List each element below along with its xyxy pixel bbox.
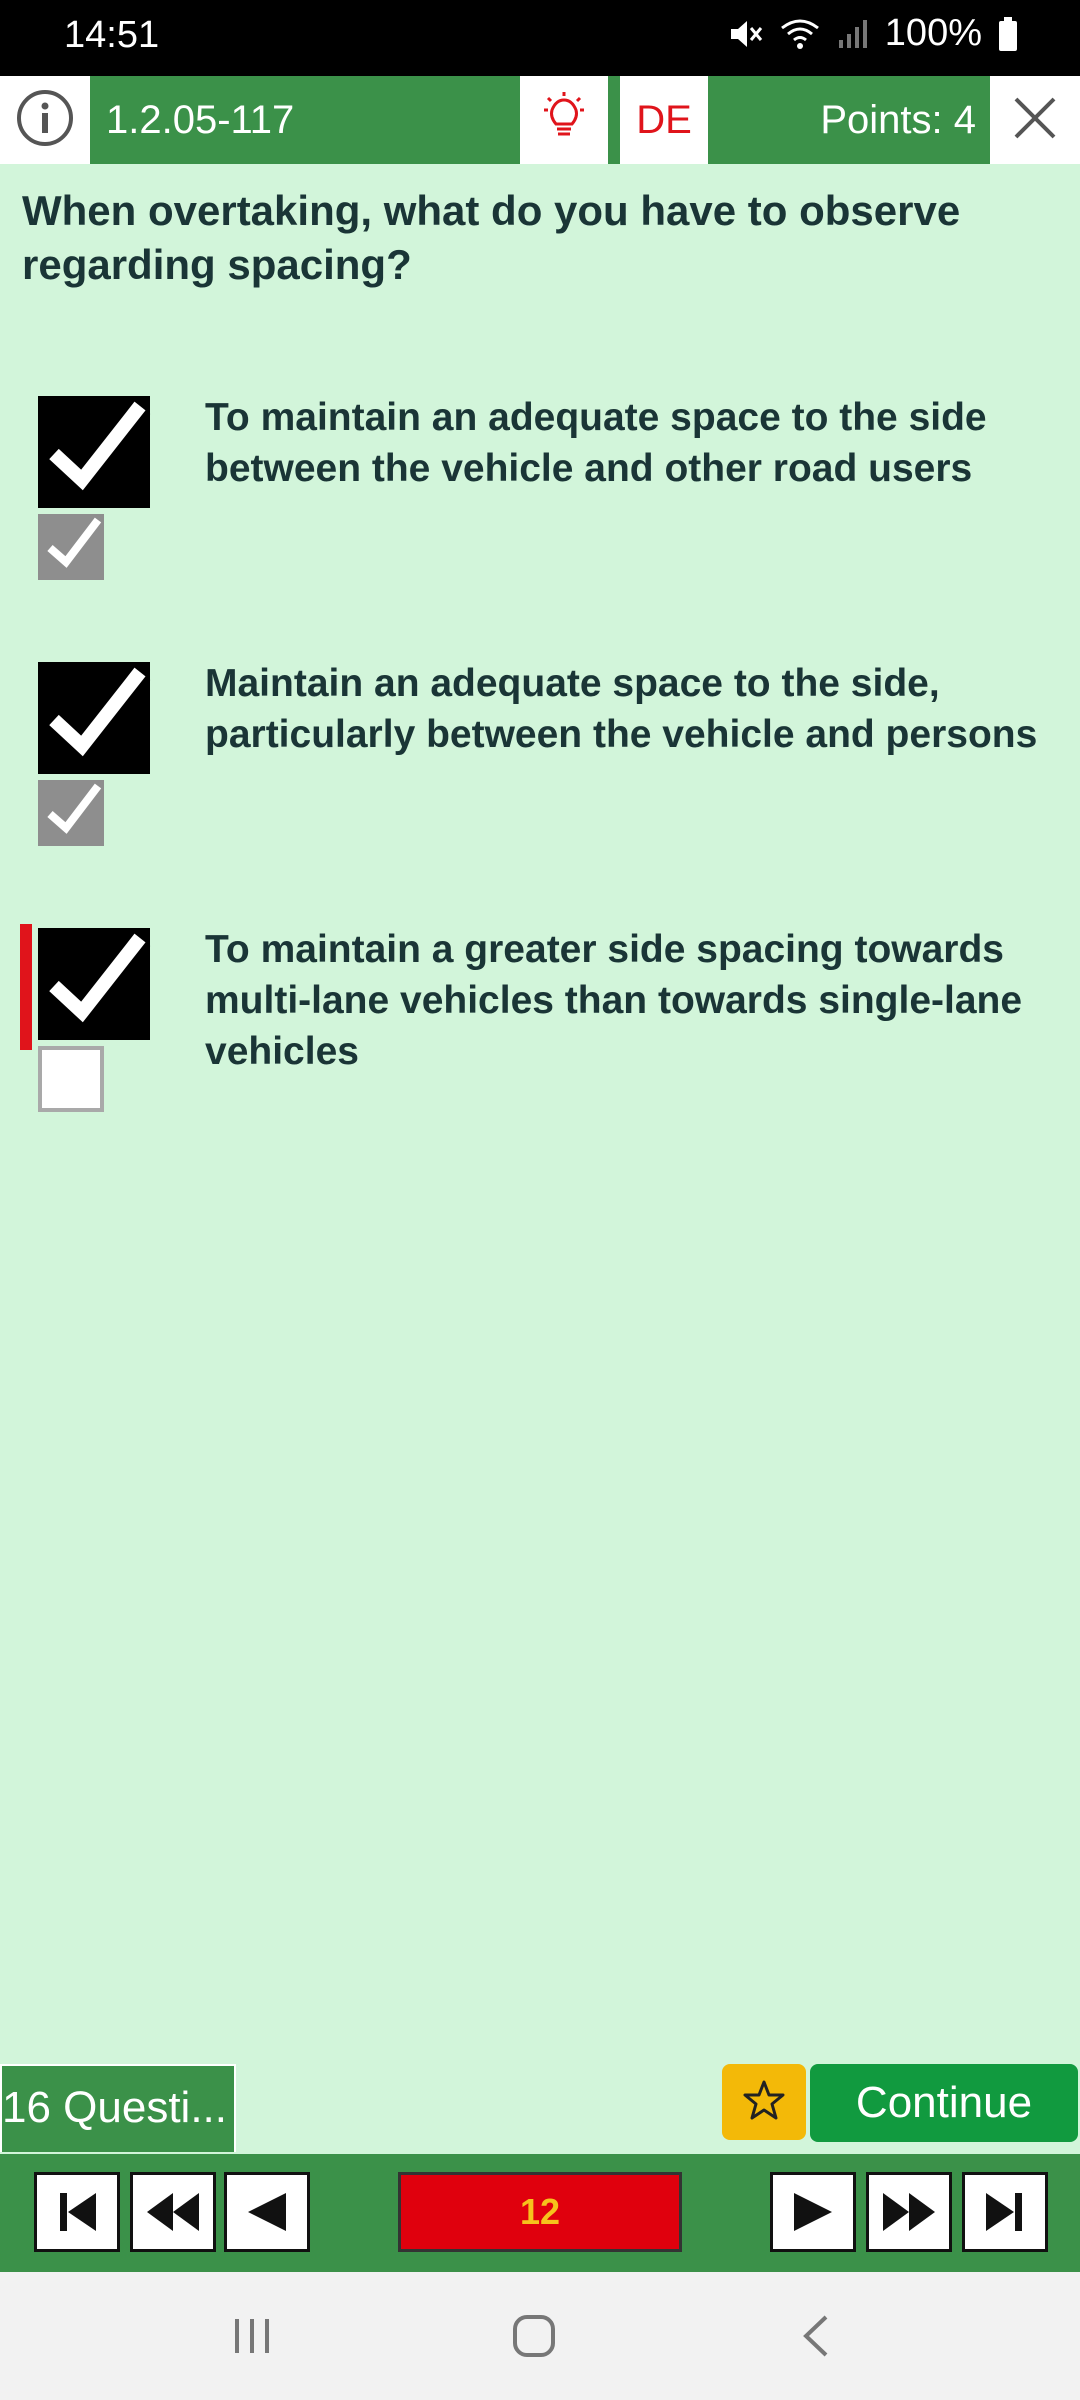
continue-button[interactable]: Continue bbox=[810, 2064, 1078, 2142]
lightbulb-icon bbox=[536, 90, 592, 151]
home-button[interactable] bbox=[504, 2306, 564, 2366]
question-id: 1.2.05-117 bbox=[90, 76, 520, 164]
header-separator bbox=[608, 76, 620, 164]
solution-checkbox bbox=[38, 514, 104, 580]
status-bar: 14:51 100% bbox=[0, 0, 1080, 76]
question-navigation: 12 bbox=[0, 2154, 1080, 2272]
rewind-icon bbox=[147, 2193, 199, 2231]
checkmark-icon bbox=[38, 662, 151, 774]
favorite-button[interactable] bbox=[722, 2064, 806, 2140]
hint-button[interactable] bbox=[520, 76, 608, 164]
page-indicator[interactable]: 12 bbox=[398, 2172, 682, 2252]
answer-checkbox[interactable] bbox=[38, 658, 152, 774]
fast-forward-icon bbox=[883, 2193, 935, 2231]
close-icon bbox=[1012, 95, 1058, 146]
fast-forward-button[interactable] bbox=[866, 2172, 952, 2252]
first-icon bbox=[60, 2193, 96, 2231]
answer-checkbox[interactable] bbox=[38, 924, 152, 1040]
answer-text: To maintain an adequate space to the sid… bbox=[205, 396, 987, 490]
answer-text: To maintain a greater side spacing towar… bbox=[205, 928, 1023, 1073]
prev-icon bbox=[248, 2193, 286, 2231]
wrong-answer-marker bbox=[20, 924, 32, 1050]
first-question-button[interactable] bbox=[34, 2172, 120, 2252]
back-button[interactable] bbox=[786, 2306, 846, 2366]
home-icon bbox=[513, 2315, 555, 2357]
back-icon bbox=[803, 2315, 828, 2357]
checkmark-icon bbox=[45, 781, 104, 839]
question-text: When overtaking, what do you have to obs… bbox=[22, 187, 961, 288]
language-button[interactable]: DE bbox=[620, 76, 708, 164]
close-button[interactable] bbox=[990, 76, 1080, 164]
next-button[interactable] bbox=[770, 2172, 856, 2252]
questions-tab[interactable]: 16 Questi... bbox=[0, 2064, 236, 2152]
battery-percent: 100% bbox=[884, 12, 982, 54]
recents-button[interactable] bbox=[222, 2306, 282, 2366]
info-icon bbox=[15, 88, 75, 153]
checkmark-icon bbox=[45, 515, 104, 573]
status-icons: 100% bbox=[727, 12, 1018, 55]
last-question-button[interactable] bbox=[962, 2172, 1048, 2252]
solution-checkbox bbox=[38, 1046, 104, 1112]
action-row: 16 Questi... Continue bbox=[0, 2064, 1080, 2154]
mute-icon bbox=[727, 16, 763, 52]
info-button[interactable] bbox=[0, 76, 90, 164]
question-header: 1.2.05-117 DE Points: 4 bbox=[0, 76, 1080, 164]
answer-text: Maintain an adequate space to the side, … bbox=[205, 662, 1038, 756]
star-icon bbox=[742, 2078, 786, 2127]
solution-checkbox bbox=[38, 780, 104, 846]
checkmark-icon bbox=[38, 396, 151, 508]
previous-button[interactable] bbox=[224, 2172, 310, 2252]
battery-icon bbox=[998, 16, 1018, 52]
points-label: Points: 4 bbox=[708, 76, 990, 164]
answer-checkbox[interactable] bbox=[38, 392, 152, 508]
last-icon bbox=[986, 2193, 1022, 2231]
wifi-icon bbox=[779, 16, 821, 52]
checkmark-icon bbox=[38, 928, 151, 1040]
status-time: 14:51 bbox=[64, 14, 160, 56]
signal-icon bbox=[837, 18, 869, 50]
recents-icon bbox=[235, 2319, 269, 2353]
next-icon bbox=[794, 2193, 832, 2231]
rewind-button[interactable] bbox=[130, 2172, 216, 2252]
system-navigation-bar bbox=[0, 2272, 1080, 2400]
